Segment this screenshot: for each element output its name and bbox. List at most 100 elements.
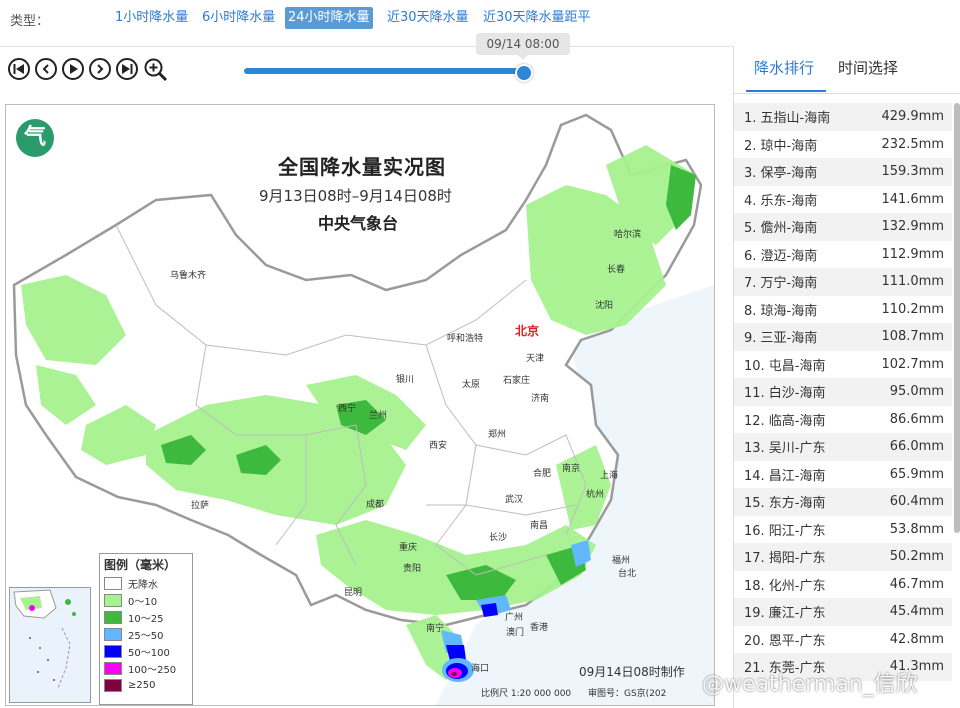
prev-frame-button[interactable]: [35, 58, 57, 80]
city-label: 杭州: [586, 490, 605, 500]
ranking-list: 1. 五指山-海南 429.9mm 2. 琼中-海南 232.5mm 3. 保亭-海南 1…: [734, 103, 952, 681]
ranking-value: 159.3mm: [881, 164, 944, 180]
city-label: 南昌: [530, 521, 549, 531]
ranking-station: 8. 琼海-海南: [744, 303, 818, 319]
city-label: 郑州: [488, 430, 507, 440]
ranking-station: 7. 万宁-海南: [744, 276, 818, 292]
chevron-left-icon: [42, 64, 49, 74]
ranking-row[interactable]: 8. 琼海-海南 110.2mm: [734, 296, 952, 324]
ranking-row[interactable]: 19. 廉江-广东 45.4mm: [734, 598, 952, 626]
ranking-value: 110.2mm: [881, 301, 944, 317]
ranking-station: 3. 保亭-海南: [744, 166, 818, 182]
type-option-6h[interactable]: 6小时降水量: [199, 7, 278, 29]
skip-first-icon: [13, 64, 24, 74]
ranking-value: 102.7mm: [881, 356, 944, 372]
map-period: 9月13日08时–9月14日08时: [259, 187, 452, 205]
city-label: 香港: [530, 623, 549, 633]
city-label: 济南: [531, 394, 550, 404]
play-button[interactable]: [62, 58, 84, 80]
city-label: 广州: [505, 613, 524, 623]
ranking-row[interactable]: 10. 屯昌-海南 102.7mm: [734, 351, 952, 379]
ranking-value: 95.0mm: [889, 384, 944, 400]
ranking-row[interactable]: 17. 揭阳-广东 50.2mm: [734, 543, 952, 571]
ranking-row[interactable]: 12. 临高-海南 86.6mm: [734, 406, 952, 434]
city-label: 合肥: [533, 469, 552, 479]
ranking-row[interactable]: 13. 吴川-广东 66.0mm: [734, 433, 952, 461]
ranking-row[interactable]: 20. 恩平-广东 42.8mm: [734, 626, 952, 654]
type-option-30d[interactable]: 近30天降水量: [384, 7, 472, 29]
ranking-row[interactable]: 4. 乐东-海南 141.6mm: [734, 186, 952, 214]
ranking-station: 13. 吴川-广东: [744, 441, 826, 457]
ranking-row[interactable]: 18. 化州-广东 46.7mm: [734, 571, 952, 599]
ranking-row[interactable]: 5. 儋州-海南 132.9mm: [734, 213, 952, 241]
time-slider-thumb[interactable]: [515, 64, 533, 82]
type-option-1h[interactable]: 1小时降水量: [112, 7, 191, 29]
ranking-station: 12. 临高-海南: [744, 413, 826, 429]
ranking-value: 46.7mm: [889, 576, 944, 592]
map-org: 中央气象台: [318, 214, 399, 233]
city-label: 西宁: [338, 404, 357, 414]
city-label: 昆明: [344, 588, 363, 598]
ranking-row[interactable]: 2. 琼中-海南 232.5mm: [734, 131, 952, 159]
city-label: 重庆: [399, 543, 418, 553]
type-option-24h[interactable]: 24小时降水量: [285, 7, 373, 29]
ranking-row[interactable]: 9. 三亚-海南 108.7mm: [734, 323, 952, 351]
legend-item: 10～25: [100, 609, 192, 626]
legend-swatch: [104, 679, 122, 692]
city-label: 银川: [396, 375, 415, 385]
ranking-value: 132.9mm: [881, 219, 944, 235]
top-divider: [0, 46, 733, 47]
city-label: 成都: [366, 500, 385, 510]
city-label: 乌鲁木齐: [170, 271, 207, 281]
skip-last-icon: [122, 64, 133, 74]
city-label: 台北: [618, 569, 637, 579]
ranking-station: 4. 乐东-海南: [744, 193, 818, 209]
ranking-station: 15. 东方-海南: [744, 496, 826, 512]
city-label: 天津: [526, 354, 545, 364]
first-frame-button[interactable]: [8, 58, 30, 80]
city-label: 南宁: [426, 624, 445, 634]
city-label: 太原: [462, 380, 481, 390]
last-frame-button[interactable]: [116, 58, 138, 80]
ranking-value: 108.7mm: [881, 329, 944, 345]
active-tab-indicator: [746, 90, 826, 92]
city-label: 石家庄: [503, 376, 531, 386]
ranking-row[interactable]: 7. 万宁-海南 111.0mm: [734, 268, 952, 296]
time-tooltip: 09/14 08:00: [476, 33, 570, 60]
ranking-station: 2. 琼中-海南: [744, 138, 818, 154]
ranking-scrollbar[interactable]: [954, 103, 960, 533]
next-frame-button[interactable]: [89, 58, 111, 80]
legend-item: 100～250: [100, 660, 192, 677]
time-slider-track[interactable]: [244, 68, 524, 74]
legend-swatch: [104, 577, 122, 590]
south-china-sea-inset: [9, 587, 91, 703]
city-label: 长沙: [489, 533, 508, 543]
ranking-row[interactable]: 3. 保亭-海南 159.3mm: [734, 158, 952, 186]
ranking-row[interactable]: 14. 昌江-海南 65.9mm: [734, 461, 952, 489]
type-label: 类型：: [10, 14, 50, 29]
zoom-in-icon: [144, 58, 168, 82]
map-title: 全国降水量实况图: [278, 155, 446, 179]
legend-item: 25～50: [100, 626, 192, 643]
city-label: 南京: [562, 464, 581, 474]
ranking-row[interactable]: 1. 五指山-海南 429.9mm: [734, 103, 952, 131]
ranking-station: 1. 五指山-海南: [744, 111, 831, 127]
ranking-value: 429.9mm: [881, 109, 944, 125]
ranking-row[interactable]: 6. 澄迈-海南 112.9mm: [734, 241, 952, 269]
ranking-station: 20. 恩平-广东: [744, 633, 826, 649]
city-label: 兰州: [369, 411, 388, 421]
legend-swatch: [104, 662, 122, 675]
ranking-value: 42.8mm: [889, 631, 944, 647]
legend-item: 50～100: [100, 643, 192, 660]
ranking-value: 112.9mm: [881, 246, 944, 262]
legend-swatch: [104, 611, 122, 624]
tab-time-select[interactable]: 时间选择: [838, 56, 898, 96]
play-icon: [70, 64, 78, 74]
zoom-button[interactable]: [143, 57, 169, 83]
ranking-row[interactable]: 11. 白沙-海南 95.0mm: [734, 378, 952, 406]
type-option-30d-anomaly[interactable]: 近30天降水量距平: [480, 7, 594, 29]
map-review-number: 审图号：GS京(202: [588, 689, 667, 699]
ranking-row[interactable]: 15. 东方-海南 60.4mm: [734, 488, 952, 516]
ranking-value: 86.6mm: [889, 411, 944, 427]
ranking-row[interactable]: 16. 阳江-广东 53.8mm: [734, 516, 952, 544]
